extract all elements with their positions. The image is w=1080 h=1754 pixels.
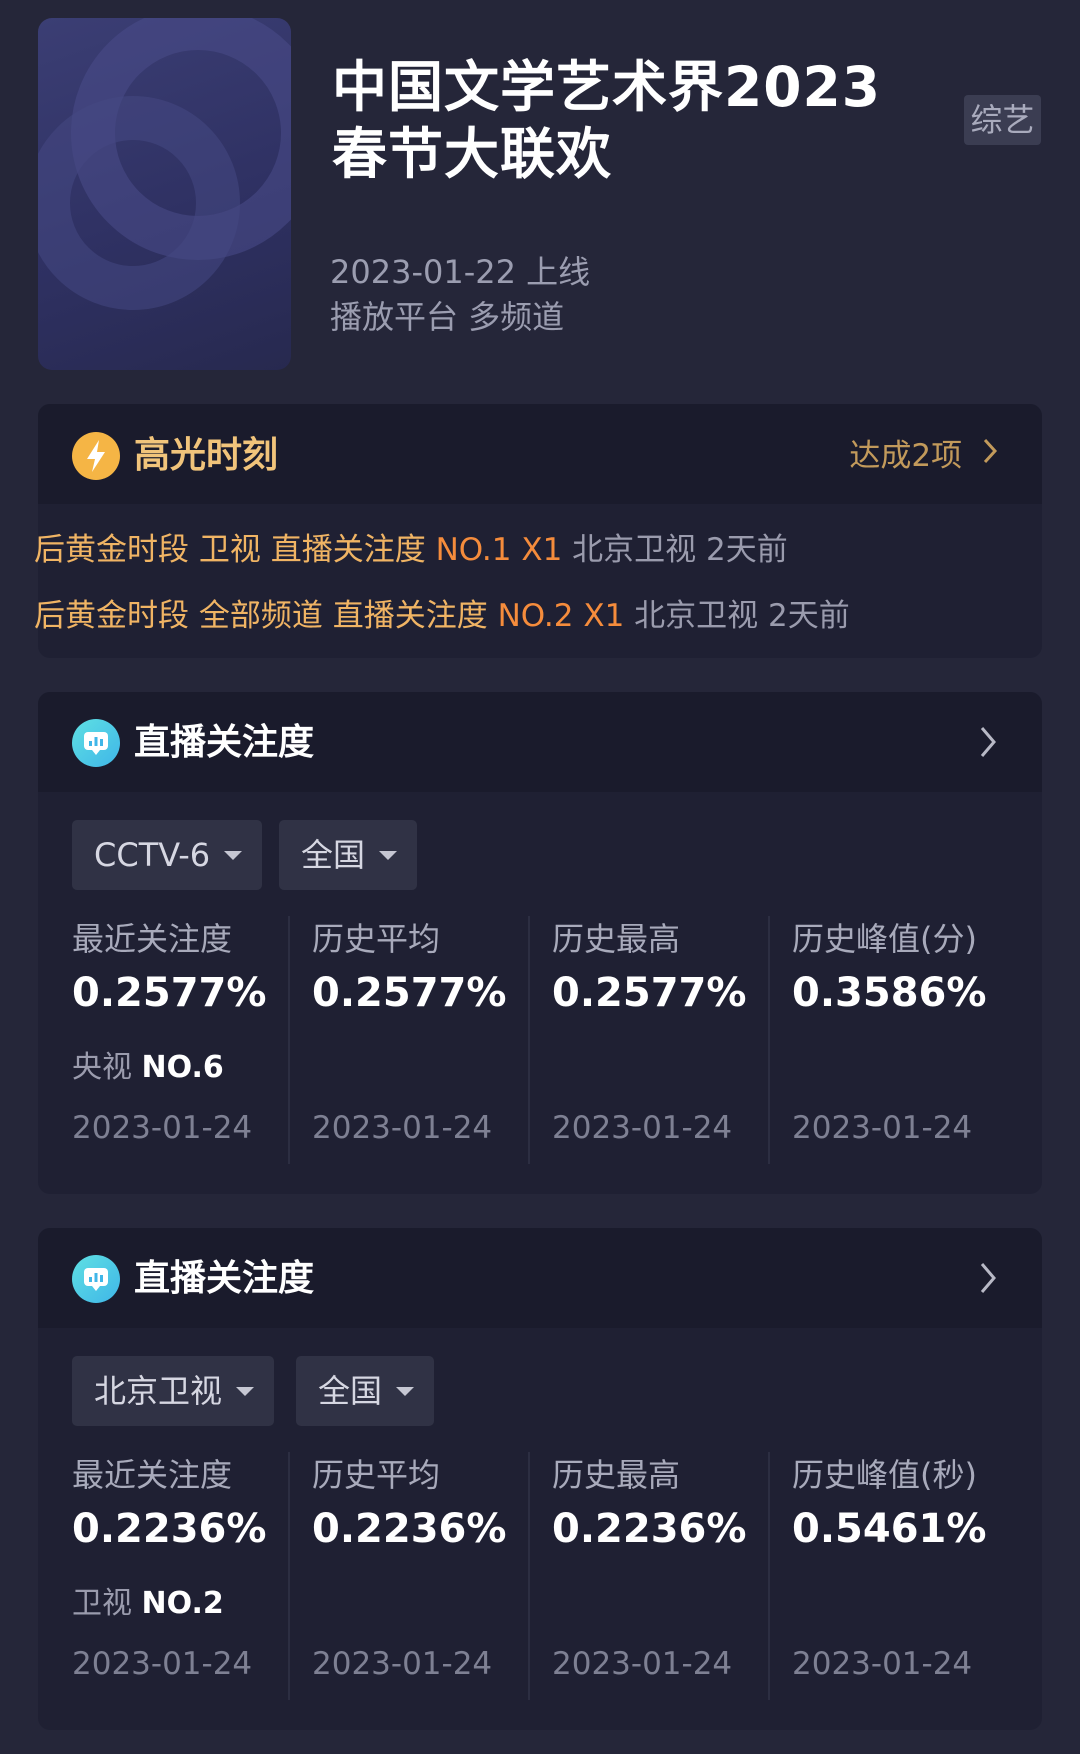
highlights-title: 高光时刻 (134, 435, 279, 476)
stat-value: 0.2577% (552, 970, 747, 1016)
caret-down-icon (379, 851, 398, 860)
stat-label: 历史峰值(秒) (792, 1456, 977, 1494)
platform-info: 播放平台 多频道 (330, 298, 565, 336)
stat-rank: 卫视 NO.2 (72, 1578, 224, 1622)
stat-date: 2023-01-24 (72, 1110, 253, 1146)
stat-label: 最近关注度 (72, 1456, 233, 1494)
highlights-achieved-link[interactable]: 达成2项 (849, 432, 998, 480)
region-dropdown-value: 全国 (301, 836, 366, 874)
stat-date: 2023-01-24 (552, 1646, 733, 1682)
release-date: 2023-01-22 上线 (330, 253, 591, 291)
attention-card-title: 直播关注度 (134, 722, 315, 763)
stat-value: 0.2577% (72, 970, 267, 1016)
rank-value: NO.6 (141, 1050, 224, 1085)
highlight-time: 2天前 (768, 598, 850, 634)
show-title: 中国文学艺术界2023春节大联欢 (332, 55, 882, 186)
attention-card-cctv6: 直播关注度 CCTV-6 全国 最近关注度 0.2577% 央视 NO.6 20… (38, 692, 1042, 1194)
stat-recent: 最近关注度 0.2236% 卫视 NO.2 2023-01-24 (38, 1450, 278, 1698)
stat-date: 2023-01-24 (312, 1110, 493, 1146)
highlight-row[interactable]: 后黄金时段 全部频道 直播关注度 NO.2 X1 北京卫视 2天前 (34, 594, 850, 638)
stat-average: 历史平均 0.2577% 2023-01-24 (278, 914, 518, 1162)
stat-value: 0.5461% (792, 1506, 987, 1552)
stat-date: 2023-01-24 (792, 1646, 973, 1682)
stat-rank: 央视 NO.6 (72, 1042, 224, 1086)
chart-bubble-icon (72, 719, 120, 767)
rank-prefix: 央视 (72, 1050, 132, 1085)
lightning-icon (72, 432, 120, 480)
chevron-right-icon[interactable] (976, 1256, 1000, 1300)
stat-value: 0.3586% (792, 970, 987, 1016)
region-dropdown[interactable]: 全国 (279, 820, 418, 890)
chevron-right-icon (982, 432, 998, 480)
stat-highest: 历史最高 0.2236% 2023-01-24 (518, 1450, 758, 1698)
channel-dropdown[interactable]: 北京卫视 (72, 1356, 275, 1426)
stat-peak: 历史峰值(分) 0.3586% 2023-01-24 (758, 914, 998, 1162)
stat-label: 历史平均 (312, 920, 441, 958)
rank-value: NO.2 (141, 1586, 224, 1621)
stat-label: 历史平均 (312, 1456, 441, 1494)
rank-prefix: 卫视 (72, 1586, 132, 1621)
highlight-time: 2天前 (706, 532, 788, 568)
stat-value: 0.2236% (552, 1506, 747, 1552)
stat-label: 历史峰值(分) (792, 920, 977, 958)
channel-dropdown-value: CCTV-6 (94, 836, 211, 874)
highlights-achieved-label: 达成2项 (849, 438, 963, 474)
highlight-row[interactable]: 后黄金时段 卫视 直播关注度 NO.1 X1 北京卫视 2天前 (34, 528, 788, 572)
stat-label: 历史最高 (552, 920, 681, 958)
caret-down-icon (224, 851, 243, 860)
attention-card-beijing: 直播关注度 北京卫视 全国 最近关注度 0.2236% 卫视 NO.2 2023… (38, 1228, 1042, 1730)
channel-dropdown[interactable]: CCTV-6 (72, 820, 263, 890)
stat-value: 0.2236% (312, 1506, 507, 1552)
stat-recent: 最近关注度 0.2577% 央视 NO.6 2023-01-24 (38, 914, 278, 1162)
stat-date: 2023-01-24 (552, 1110, 733, 1146)
highlight-rank: NO.1 X1 (435, 532, 563, 568)
stat-value: 0.2577% (312, 970, 507, 1016)
stat-date: 2023-01-24 (312, 1646, 493, 1682)
stat-date: 2023-01-24 (72, 1646, 253, 1682)
highlight-slot: 后黄金时段 全部频道 直播关注度 (34, 598, 488, 634)
stat-label: 历史最高 (552, 1456, 681, 1494)
stat-highest: 历史最高 0.2577% 2023-01-24 (518, 914, 758, 1162)
highlight-channel: 北京卫视 (634, 598, 759, 634)
stat-average: 历史平均 0.2236% 2023-01-24 (278, 1450, 518, 1698)
highlight-rank: NO.2 X1 (497, 598, 625, 634)
chevron-right-icon[interactable] (976, 720, 1000, 764)
caret-down-icon (236, 1387, 255, 1396)
caret-down-icon (396, 1387, 415, 1396)
stat-date: 2023-01-24 (792, 1110, 973, 1146)
highlight-slot: 后黄金时段 卫视 直播关注度 (34, 532, 426, 568)
channel-dropdown-value: 北京卫视 (94, 1372, 223, 1410)
stat-peak: 历史峰值(秒) 0.5461% 2023-01-24 (758, 1450, 998, 1698)
chart-bubble-icon (72, 1255, 120, 1303)
attention-card-title: 直播关注度 (134, 1258, 315, 1299)
stat-label: 最近关注度 (72, 920, 233, 958)
region-dropdown[interactable]: 全国 (296, 1356, 435, 1426)
poster-image[interactable] (38, 18, 291, 370)
highlight-channel: 北京卫视 (572, 532, 697, 568)
region-dropdown-value: 全国 (318, 1372, 383, 1410)
stat-value: 0.2236% (72, 1506, 267, 1552)
category-tag: 综艺 (964, 95, 1041, 145)
